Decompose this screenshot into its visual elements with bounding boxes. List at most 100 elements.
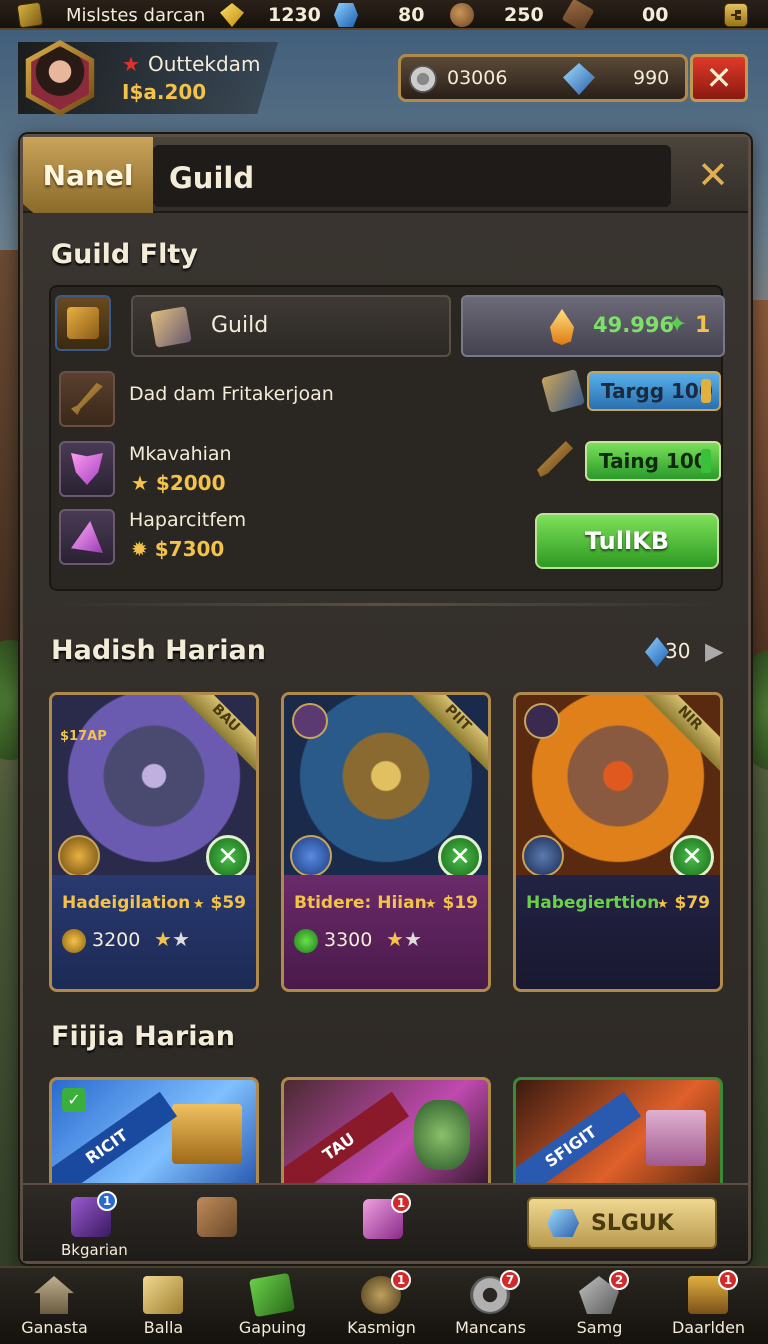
- bottom-nav: Ganasta Balla Gapuing 1 Kasmign 7 Mancan…: [0, 1266, 768, 1344]
- hero-value: 3300: [324, 929, 373, 951]
- close-icon[interactable]: ✕: [438, 835, 482, 879]
- green-star-icon: ✦: [667, 310, 688, 338]
- rating-stars-icon: ★★: [386, 927, 422, 951]
- resource-value: 80: [398, 4, 425, 26]
- tag-icon: [701, 449, 711, 473]
- treasure-chest-icon: [172, 1104, 242, 1164]
- row-icon[interactable]: [59, 509, 115, 565]
- hero-name: Btidere: Hiian: [294, 893, 427, 913]
- section-heading: Guild Flty: [51, 239, 198, 270]
- nav-balla[interactable]: Balla: [109, 1268, 218, 1344]
- row-price-value: $7300: [154, 537, 225, 561]
- nav-label: Samg: [576, 1318, 623, 1337]
- guild-value-count: 1: [695, 313, 711, 338]
- hero-card[interactable]: NIR ✕ Habegierttion ★ $79: [513, 692, 723, 992]
- bundle-card[interactable]: ✓ RICIT: [49, 1077, 259, 1183]
- menu-icon[interactable]: [724, 3, 748, 27]
- bundle-card[interactable]: SFIGIT: [513, 1077, 723, 1183]
- guild-button-label: Guild: [211, 313, 269, 338]
- hero-price-value: $19: [442, 893, 479, 913]
- nav-mancans[interactable]: 7 Mancans: [436, 1268, 545, 1344]
- nav-label: Kasmign: [347, 1318, 416, 1337]
- bundle-ribbon: SFIGIT: [516, 1091, 642, 1183]
- nav-samg[interactable]: 2 Samg: [545, 1268, 654, 1344]
- notification-badge: 1: [97, 1191, 117, 1211]
- gold-badge-icon: [58, 835, 100, 877]
- resource-value: 1230: [268, 4, 321, 26]
- notification-badge: 2: [609, 1270, 629, 1290]
- flame-icon: [550, 309, 574, 345]
- notification-badge: 1: [391, 1193, 411, 1213]
- row-price: ✹ $7300: [131, 537, 224, 561]
- panel-header: Nanel Guild ✕: [23, 137, 748, 213]
- footer-bkgarian[interactable]: 1: [71, 1191, 117, 1237]
- nav-daarlden[interactable]: 1 Daarlden: [654, 1268, 763, 1344]
- section-heading: Fiijia Harian: [51, 1021, 235, 1052]
- divider: [49, 603, 725, 606]
- hero-name: Habegierttion: [526, 893, 660, 913]
- target-pill[interactable]: Targg 100: [587, 371, 721, 411]
- currency-secondary: 990: [633, 67, 670, 89]
- blue-gem-icon: [334, 3, 358, 27]
- close-icon: ✕: [697, 153, 729, 197]
- close-button[interactable]: ✕: [690, 54, 748, 102]
- close-icon[interactable]: ✕: [670, 835, 714, 879]
- blue-badge-icon: [290, 835, 332, 877]
- hero-tag: $17AP: [60, 729, 107, 744]
- top-title: Mislstes darcan: [66, 4, 206, 26]
- section-heading: Hadish Harian: [51, 635, 266, 666]
- rating-stars-icon: ★★: [154, 927, 190, 951]
- hero-card[interactable]: PIIT ✕ Btidere: Hiian ★ $19 3300 ★★: [281, 692, 491, 992]
- tab-nanel[interactable]: Nanel: [23, 137, 153, 213]
- slguk-button[interactable]: SLGUK: [527, 1197, 717, 1249]
- star-icon: ★: [656, 897, 669, 912]
- bundle-card[interactable]: TAU: [281, 1077, 491, 1183]
- guild-button[interactable]: Guild: [131, 295, 451, 357]
- notification-badge: 1: [718, 1270, 738, 1290]
- training-pill[interactable]: Taing 100: [585, 441, 721, 481]
- star-icon: ★: [192, 897, 205, 912]
- guild-action-button[interactable]: TullKB: [535, 513, 719, 569]
- crate-icon[interactable]: [16, 1, 44, 29]
- training-pill-label: Taing 100: [599, 449, 708, 473]
- panel-close-button[interactable]: ✕: [689, 149, 737, 201]
- avatar-portrait: [31, 46, 89, 110]
- house-icon: [34, 1276, 74, 1314]
- notification-badge: 1: [391, 1270, 411, 1290]
- close-icon[interactable]: ✕: [206, 835, 250, 879]
- nav-kasmign[interactable]: 1 Kasmign: [327, 1268, 436, 1344]
- chevron-right-icon[interactable]: ▶: [705, 637, 723, 665]
- close-icon: ✕: [705, 59, 733, 97]
- row-label: Mkavahian: [129, 443, 232, 465]
- gold-gem-icon: [220, 3, 244, 27]
- box-icon: [150, 306, 192, 348]
- row-icon[interactable]: [59, 441, 115, 497]
- nav-ganasta[interactable]: Ganasta: [0, 1268, 109, 1344]
- top-resource-bar: Mislstes darcan 1230 80 250 00: [0, 0, 768, 32]
- hero-card[interactable]: $17AP BAU ✕ Hadeigilation ★ $59 3200 ★★: [49, 692, 259, 992]
- row-price: ★ $2000: [131, 471, 226, 495]
- footer-crate[interactable]: [197, 1197, 237, 1237]
- map-icon: [249, 1272, 295, 1318]
- panel-title: Guild: [153, 145, 671, 207]
- row-icon[interactable]: [59, 371, 115, 427]
- goblin-icon: [414, 1100, 470, 1170]
- chest-icon: [67, 307, 99, 339]
- star-icon: ★: [424, 897, 437, 912]
- footer-crystal[interactable]: 1: [363, 1193, 411, 1239]
- coin-icon: [62, 929, 86, 953]
- dagger-icon: [537, 441, 573, 477]
- nav-gapuing[interactable]: Gapuing: [218, 1268, 327, 1344]
- sword-badge-icon: [522, 835, 564, 877]
- blue-gem-icon: [563, 63, 595, 95]
- guild-info-box: Guild 49.996 ✦ 1 Dad dam Fritakerjoan Mk…: [49, 285, 725, 591]
- footer-label: Bkgarian: [61, 1241, 128, 1259]
- resource-value: 00: [642, 4, 669, 26]
- panel-footer: 1 Bkgarian 1 SLGUK: [23, 1183, 748, 1261]
- guild-value-button[interactable]: 49.996 ✦ 1: [461, 295, 725, 357]
- guild-emblem-icon[interactable]: [55, 295, 111, 351]
- cookie-icon: ✹: [131, 537, 148, 561]
- coin-icon: [294, 929, 318, 953]
- sword-icon: [71, 383, 103, 415]
- hero-value: 3200: [92, 929, 141, 951]
